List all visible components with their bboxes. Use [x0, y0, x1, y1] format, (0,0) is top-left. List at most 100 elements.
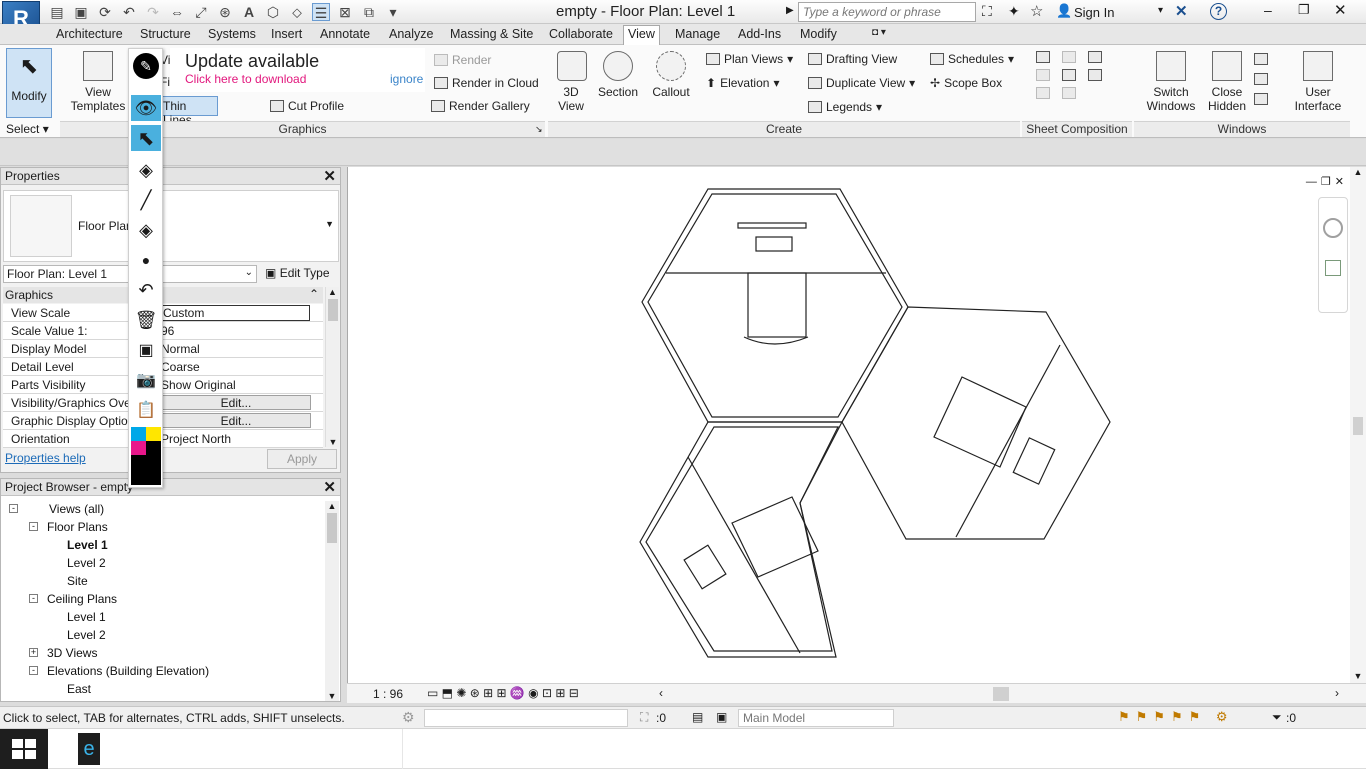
- camera-icon[interactable]: 📷: [131, 367, 161, 393]
- browser-tree-item[interactable]: 3D Views: [47, 646, 97, 660]
- tab-structure[interactable]: Structure: [136, 26, 195, 42]
- worksets-icon[interactable]: ⚙: [402, 709, 415, 726]
- browser-tree-item[interactable]: Level 1: [67, 610, 106, 624]
- schedules-button[interactable]: Schedules ▾: [930, 52, 1014, 66]
- select-dropdown[interactable]: Select ▾: [6, 122, 49, 136]
- scroll-thumb[interactable]: [327, 299, 338, 321]
- color-swatch[interactable]: [146, 427, 161, 441]
- prop-row[interactable]: Display Model Normal: [3, 340, 323, 358]
- sign-in-button[interactable]: Sign In: [1074, 5, 1114, 20]
- tree-expander-icon[interactable]: -: [29, 666, 38, 675]
- edge-browser-icon[interactable]: e: [78, 733, 100, 765]
- prop-row[interactable]: Parts Visibility Show Original: [3, 376, 323, 394]
- sign-in-dropdown-icon[interactable]: ▾: [1158, 5, 1163, 16]
- workset-dropdown[interactable]: [424, 709, 628, 727]
- filter-icon[interactable]: ⏷: [1272, 710, 1282, 725]
- browser-tree-item[interactable]: East: [67, 682, 91, 696]
- tab-analyze[interactable]: Analyze: [385, 26, 437, 42]
- 3d-view-button[interactable]: 3D View: [552, 51, 592, 113]
- update-download-link[interactable]: Click here to download: [185, 72, 306, 86]
- color-palette[interactable]: [131, 427, 161, 485]
- callout-button[interactable]: Callout: [648, 51, 694, 99]
- view-scale[interactable]: 1 : 96: [373, 687, 403, 701]
- browser-tree-item[interactable]: Floor Plans: [47, 520, 108, 534]
- color-swatch[interactable]: [131, 441, 146, 455]
- browser-tree-item[interactable]: Level 2: [67, 556, 106, 570]
- legends-button[interactable]: Legends ▾: [808, 100, 882, 114]
- tab-massing-site[interactable]: Massing & Site: [446, 26, 537, 42]
- prop-row[interactable]: Visibility/Graphics Ove Edit...: [3, 394, 323, 412]
- tile-icon[interactable]: [1254, 93, 1268, 105]
- tab-systems[interactable]: Systems: [204, 26, 260, 42]
- type-dropdown-icon[interactable]: ▼: [325, 219, 334, 229]
- prop-row[interactable]: Detail Level Coarse: [3, 358, 323, 376]
- text-icon[interactable]: A: [240, 3, 258, 21]
- browser-tree-item[interactable]: Level 1: [67, 538, 108, 552]
- thin-lines-icon[interactable]: ☰: [312, 3, 330, 21]
- scope-box-button[interactable]: ✢ Scope Box: [930, 76, 1002, 90]
- aligned-dimension-icon[interactable]: ⤢: [192, 3, 210, 21]
- editing-requests-icon[interactable]: ⛶: [640, 710, 648, 725]
- tag-icon[interactable]: ⊛: [216, 3, 234, 21]
- guide-grid-icon[interactable]: [1062, 69, 1076, 81]
- detail-level-icon[interactable]: ▭ ⬒ ✺ ⊛ ⊞ ⊞ ♒ ◉ ⊡ ⊞ ⊟: [427, 686, 579, 700]
- sync-icon[interactable]: ⟳: [96, 3, 114, 21]
- modify-button[interactable]: ⬉ Modify: [6, 48, 52, 118]
- apply-button[interactable]: Apply: [267, 449, 337, 469]
- favorites-icon[interactable]: ☆: [1030, 2, 1043, 20]
- eye-icon[interactable]: 👁: [131, 95, 161, 121]
- scroll-down-icon[interactable]: ▼: [1350, 671, 1366, 681]
- close-hidden-icon[interactable]: ⊠: [336, 3, 354, 21]
- graphics-dialog-launcher-icon[interactable]: ↘: [535, 124, 543, 135]
- expand-search-icon[interactable]: ▶: [786, 5, 794, 16]
- highlighter-icon[interactable]: ◈: [131, 217, 161, 243]
- tab-architecture[interactable]: Architecture: [52, 26, 127, 42]
- dot-size-icon[interactable]: ●: [131, 247, 161, 273]
- switch-windows-button[interactable]: Switch Windows: [1143, 51, 1199, 113]
- section-button[interactable]: Section: [596, 51, 640, 99]
- scroll-up-icon[interactable]: ▲: [1350, 167, 1366, 177]
- tree-expander-icon[interactable]: -: [29, 594, 38, 603]
- scroll-left-icon[interactable]: ‹: [659, 686, 663, 700]
- prop-row[interactable]: Graphic Display Option Edit...: [3, 412, 323, 430]
- search-input[interactable]: Type a keyword or phrase: [798, 2, 976, 22]
- design-options-icon[interactable]: ▤: [692, 710, 703, 724]
- render-button[interactable]: Render: [434, 53, 491, 67]
- main-model-dropdown[interactable]: Main Model: [738, 709, 894, 727]
- update-ignore-link[interactable]: ignore: [390, 72, 423, 86]
- tree-expander-icon[interactable]: -: [9, 504, 18, 513]
- close-hidden-button[interactable]: Close Hidden: [1202, 51, 1252, 113]
- tree-expander-icon[interactable]: +: [29, 648, 38, 657]
- tab-manage[interactable]: Manage: [671, 26, 724, 42]
- edit-type-button[interactable]: ▣ Edit Type: [263, 264, 339, 284]
- tab-add-ins[interactable]: Add-Ins: [734, 26, 785, 42]
- default-3d-icon[interactable]: ⬡: [264, 3, 282, 21]
- color-swatch[interactable]: [146, 441, 161, 485]
- section-icon[interactable]: ⬦: [288, 3, 306, 21]
- tab-annotate[interactable]: Annotate: [316, 26, 374, 42]
- view-reference-icon[interactable]: [1036, 87, 1050, 99]
- properties-scrollbar[interactable]: ▲ ▼: [325, 287, 339, 447]
- view-templates-button[interactable]: View Templates: [68, 51, 128, 113]
- save-icon[interactable]: ▣: [72, 3, 90, 21]
- scroll-down-icon[interactable]: ▼: [325, 691, 339, 701]
- properties-help-link[interactable]: Properties help: [5, 451, 86, 465]
- horizontal-scroll-thumb[interactable]: [993, 687, 1009, 701]
- trash-icon[interactable]: 🗑: [131, 307, 161, 333]
- whiteboard-icon[interactable]: ▣: [131, 337, 161, 363]
- revisions-icon[interactable]: [1036, 69, 1050, 81]
- prop-row[interactable]: View Scale Custom: [3, 304, 323, 322]
- open-icon[interactable]: ▤: [48, 3, 66, 21]
- render-gallery-button[interactable]: Render Gallery: [431, 99, 530, 113]
- duplicate-view-button[interactable]: Duplicate View ▾: [808, 76, 915, 90]
- switch-windows-icon[interactable]: ⧉: [360, 3, 378, 21]
- minimize-button[interactable]: –: [1264, 2, 1272, 18]
- browser-tree-item[interactable]: Elevations (Building Elevation): [47, 664, 209, 678]
- exchange-apps-icon[interactable]: ✕: [1175, 2, 1188, 20]
- scroll-thumb[interactable]: [327, 513, 337, 543]
- eraser-icon[interactable]: ◈: [131, 157, 161, 183]
- windows-start-button[interactable]: [0, 729, 48, 769]
- place-view-icon[interactable]: [1088, 51, 1102, 63]
- vg-overrides-edit-button[interactable]: Edit...: [161, 395, 311, 410]
- type-selector[interactable]: Floor Plan ▼: [3, 190, 339, 262]
